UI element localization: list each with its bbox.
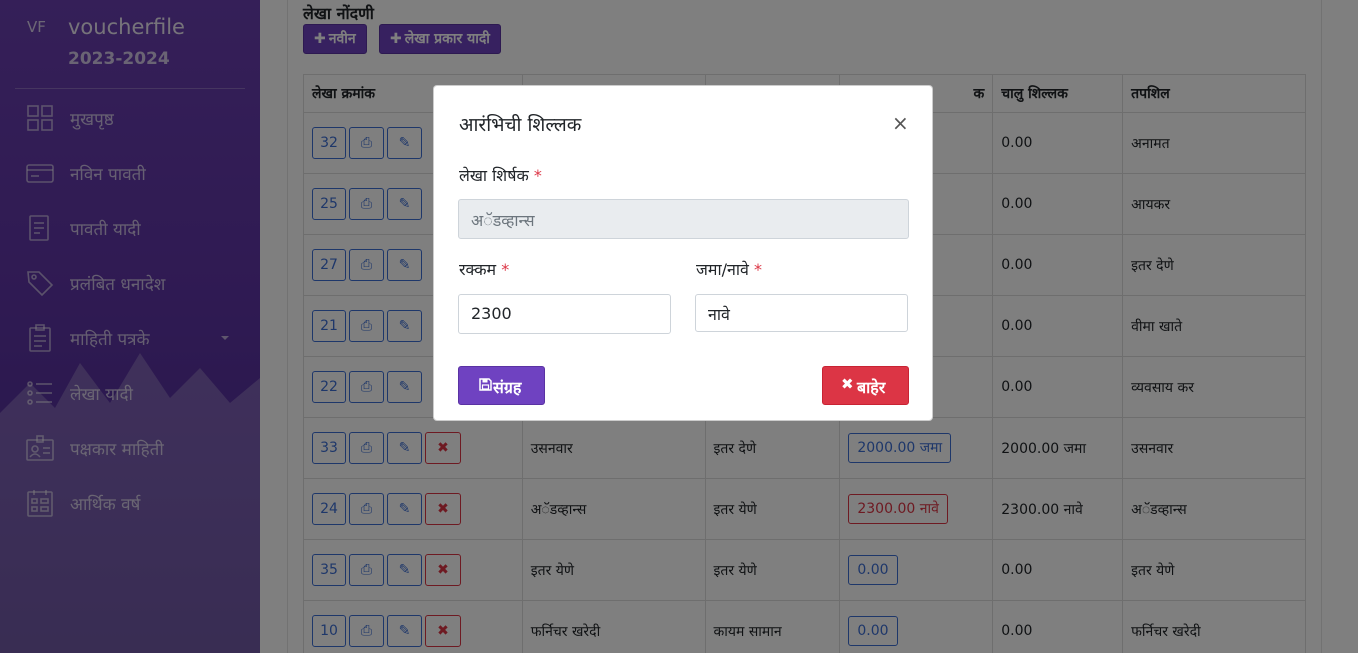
close-icon[interactable]: × bbox=[892, 113, 909, 133]
save-button-label: संग्रह bbox=[493, 378, 522, 397]
required-mark: * bbox=[533, 166, 542, 185]
required-mark: * bbox=[754, 260, 762, 279]
save-button[interactable]: संग्रह bbox=[458, 366, 545, 405]
credit-debit-label-text: जमा/नावे bbox=[696, 260, 749, 279]
account-title-label-text: लेखा शिर्षक bbox=[459, 166, 529, 185]
credit-debit-label: जमा/नावे * bbox=[696, 258, 762, 280]
amount-label-text: रक्कम bbox=[459, 260, 497, 279]
required-mark: * bbox=[501, 260, 510, 279]
account-title-label: लेखा शिर्षक * bbox=[459, 164, 542, 186]
opening-balance-modal: आरंभिची शिल्लक × लेखा शिर्षक * अॅडव्हान्… bbox=[433, 85, 933, 421]
amount-input[interactable]: 2300 bbox=[458, 294, 671, 334]
exit-button[interactable]: ✖ बाहेर bbox=[822, 366, 909, 405]
modal-title: आरंभिची शिल्लक bbox=[459, 114, 582, 136]
account-title-field[interactable]: अॅडव्हान्स bbox=[458, 199, 909, 239]
floppy-disk-icon bbox=[479, 378, 492, 391]
close-x-icon: ✖ bbox=[841, 375, 854, 393]
exit-button-label: बाहेर bbox=[857, 378, 886, 397]
credit-debit-select[interactable]: नावे bbox=[695, 294, 908, 332]
amount-label: रक्कम * bbox=[459, 258, 509, 280]
